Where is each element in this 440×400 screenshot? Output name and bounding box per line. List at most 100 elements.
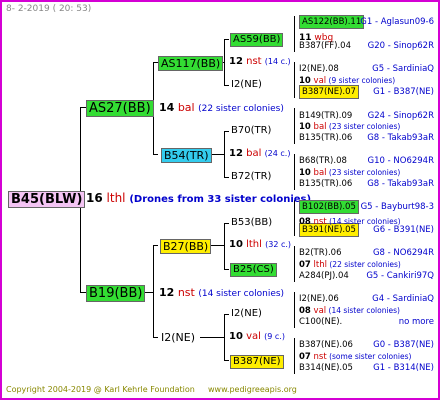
- ancestor-id: B387(FF).04: [299, 41, 351, 51]
- connector: [294, 16, 295, 52]
- connector: [224, 85, 229, 86]
- ancestor-origin: G5 - SardiniaQ: [372, 64, 434, 74]
- queen-node-gen2-b[interactable]: B54(TR): [161, 148, 212, 163]
- ancestor-entry[interactable]: C100(NE). no more: [299, 317, 434, 327]
- queen-node-gen3-c1[interactable]: B53(BB): [231, 218, 272, 228]
- queen-node-gen3-d2[interactable]: B387(NE): [230, 355, 284, 369]
- gen2-d-drone-info: 10 val (9 c.): [229, 331, 285, 342]
- ancestor-entry[interactable]: B135(TR).06 G8 - Takab93aR: [299, 180, 434, 189]
- ancestor-origin: G8 - Takab93aR: [367, 133, 434, 143]
- queen-node-gen3-a2[interactable]: I2(NE): [231, 80, 262, 90]
- connector: [224, 314, 229, 315]
- queen-node-dam[interactable]: AS27(BB): [86, 100, 154, 117]
- ancestor-origin: G6 - B391(NE): [373, 225, 434, 235]
- connector: [210, 245, 224, 246]
- ancestor-entry[interactable]: B387(NE).06 G0 - B387(NE): [299, 340, 434, 350]
- sire-drone-info: 12 nst (14 sister colonies): [159, 286, 285, 299]
- ancestor-id: B102(BB).05: [299, 200, 359, 214]
- connector: [153, 245, 158, 246]
- ancestor-entry[interactable]: I2(NE).08 G5 - SardiniaQ: [299, 64, 434, 74]
- ancestor-id: B2(TR).06: [299, 248, 342, 258]
- queen-node-gen3-c2[interactable]: B25(CS): [230, 263, 277, 277]
- gen2-b-drone-info: 12 bal (24 c.): [229, 148, 291, 159]
- queen-node-gen3-b1[interactable]: B70(TR): [231, 126, 271, 136]
- copyright: Copyright 2004-2019 @ Karl Kehrle Founda…: [6, 385, 195, 394]
- connector: [294, 62, 295, 98]
- queen-node-gen3-d1[interactable]: I2(NE): [231, 309, 262, 319]
- queen-node-gen2-d[interactable]: I2(NE): [161, 332, 195, 343]
- queen-node-gen2-c[interactable]: B27(BB): [160, 239, 212, 254]
- queen-node-root[interactable]: B45(BLW): [8, 191, 86, 208]
- ancestor-entry[interactable]: B2(TR).06 G8 - NO6294R: [299, 248, 434, 258]
- site-link[interactable]: www.pedigreeapis.org: [208, 386, 297, 394]
- ancestor-origin: G20 - Sinop62R: [367, 41, 434, 51]
- ancestor-entry[interactable]: B391(NE).05 G6 - B391(NE): [299, 223, 434, 237]
- gen2-a-drone-info: 12 nst (14 c.): [229, 56, 291, 67]
- drone-info-entry: 07 nst (some sister colonies): [299, 352, 412, 362]
- connector: [224, 39, 225, 85]
- ancestor-origin: G8 - Takab93aR: [367, 179, 434, 189]
- ancestor-entry[interactable]: B135(TR).06 G8 - Takab93aR: [299, 133, 434, 143]
- connector: [294, 292, 295, 328]
- dam-drone-info: 14 bal (22 sister colonies): [159, 101, 284, 114]
- ancestor-origin: G1 - Aglasun09-6: [360, 17, 434, 27]
- connector: [153, 337, 158, 338]
- ancestor-entry[interactable]: A284(PJ).04 G5 - Cankiri97Q: [299, 271, 434, 281]
- ancestor-entry[interactable]: B387(NE).07 G1 - B387(NE): [299, 85, 434, 99]
- ancestor-origin: no more: [398, 317, 434, 327]
- queen-node-gen3-a1[interactable]: AS59(BB): [230, 33, 284, 47]
- connector: [294, 108, 295, 144]
- root-drone-info: 16 lthl (Drones from 33 sister colonies): [86, 191, 312, 205]
- ancestor-origin: G5 - Bayburt98-3: [360, 202, 434, 212]
- ancestor-id: C100(NE).: [299, 317, 343, 327]
- ancestor-origin: G4 - SardiniaQ: [372, 294, 434, 304]
- pedigree-chart: 8- 2-2019 ( 20: 53) B45(BLW) 16 lthl (Dr…: [0, 0, 440, 400]
- connector: [224, 223, 229, 224]
- queen-node-gen2-a[interactable]: AS117(BB): [158, 56, 224, 71]
- ancestor-id: AS122(BB).11: [299, 15, 365, 29]
- ancestor-entry[interactable]: B149(TR).09 G24 - Sinop62R: [299, 111, 434, 121]
- ancestor-entry[interactable]: B314(NE).05 G1 - B314(NE): [299, 363, 434, 373]
- gen3-c1-drone-info: 08 nst (14 sister colonies): [299, 217, 401, 227]
- gen2-c-drone-info: 10 lthl (32 c.): [229, 239, 292, 250]
- print-date: 8- 2-2019 ( 20: 53): [6, 4, 92, 14]
- drone-info-entry: 07 lthl (22 sister colonies): [299, 260, 401, 270]
- connector: [224, 223, 225, 269]
- ancestor-origin: G5 - Cankiri97Q: [366, 271, 434, 281]
- ancestor-entry[interactable]: I2(NE).06 G4 - SardiniaQ: [299, 294, 434, 304]
- connector: [294, 246, 295, 282]
- connector: [153, 245, 154, 338]
- connector: [224, 269, 229, 270]
- ancestor-id: A284(PJ).04: [299, 271, 349, 281]
- ancestor-id: B387(NE).06: [299, 340, 353, 350]
- connector: [224, 360, 229, 361]
- ancestor-entry[interactable]: B102(BB).05 G5 - Bayburt98-3: [299, 200, 434, 214]
- queen-node-gen3-b2[interactable]: B72(TR): [231, 172, 271, 182]
- drone-info-entry: 10 bal (23 sister colonies): [299, 122, 401, 132]
- ancestor-origin: G0 - B387(NE): [373, 340, 434, 350]
- ancestor-entry[interactable]: AS122(BB).11 G1 - Aglasun09-6: [299, 15, 434, 29]
- ancestor-id: B387(NE).07: [299, 85, 359, 99]
- connector: [224, 131, 225, 177]
- connector: [294, 154, 295, 190]
- connector: [200, 337, 224, 338]
- ancestor-origin: G8 - NO6294R: [372, 248, 434, 258]
- ancestor-origin: G10 - NO6294R: [367, 156, 434, 166]
- ancestor-entry[interactable]: B68(TR).08 G10 - NO6294R: [299, 156, 434, 166]
- connector: [224, 39, 229, 40]
- ancestor-id: I2(NE).06: [299, 294, 339, 304]
- connector: [153, 154, 158, 155]
- ancestor-id: I2(NE).08: [299, 64, 339, 74]
- connector: [210, 154, 224, 155]
- connector: [294, 200, 295, 236]
- queen-node-sire[interactable]: B19(BB): [86, 285, 146, 302]
- ancestor-entry[interactable]: B387(FF).04 G20 - Sinop62R: [299, 41, 434, 51]
- connector: [224, 131, 229, 132]
- ancestor-id: B314(NE).05: [299, 363, 353, 373]
- ancestor-id: B135(TR).06: [299, 133, 353, 143]
- connector: [224, 314, 225, 360]
- ancestor-id: B68(TR).08: [299, 156, 347, 166]
- ancestor-id: B149(TR).09: [299, 111, 353, 121]
- ancestor-origin: G1 - B387(NE): [373, 87, 434, 97]
- drone-info-entry: 10 bal (23 sister colonies): [299, 168, 401, 178]
